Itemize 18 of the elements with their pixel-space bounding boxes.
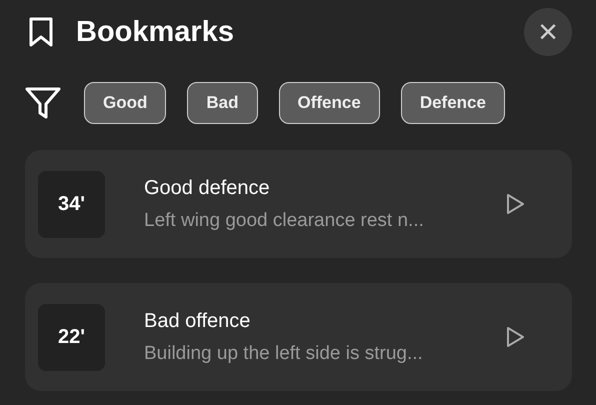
filter-chip[interactable]: Good bbox=[84, 82, 166, 124]
play-icon[interactable] bbox=[505, 326, 525, 348]
panel-title: Bookmarks bbox=[76, 16, 235, 48]
bookmark-card[interactable]: 22' Bad offence Building up the left side is strug... bbox=[25, 283, 572, 391]
filter-chip[interactable]: Offence bbox=[278, 82, 380, 124]
timestamp: 34' bbox=[38, 170, 105, 238]
filter-chip[interactable]: Defence bbox=[400, 82, 505, 124]
bookmark-note: Left wing good clearance rest n... bbox=[144, 210, 425, 232]
bookmark-title: Good defence bbox=[144, 176, 271, 200]
bookmark-title: Bad offence bbox=[144, 310, 252, 332]
filter-icon[interactable] bbox=[25, 86, 61, 120]
filter-chip[interactable]: Bad bbox=[187, 82, 258, 124]
play-icon[interactable] bbox=[505, 193, 525, 215]
timestamp: 22' bbox=[38, 304, 105, 370]
bookmark-icon bbox=[28, 17, 54, 47]
bookmark-note: Building up the left side is strug... bbox=[144, 342, 424, 364]
close-button[interactable]: × bbox=[524, 8, 572, 56]
bookmark-card[interactable]: 34' Good defence Left wing good clearance rest n... bbox=[25, 150, 572, 258]
